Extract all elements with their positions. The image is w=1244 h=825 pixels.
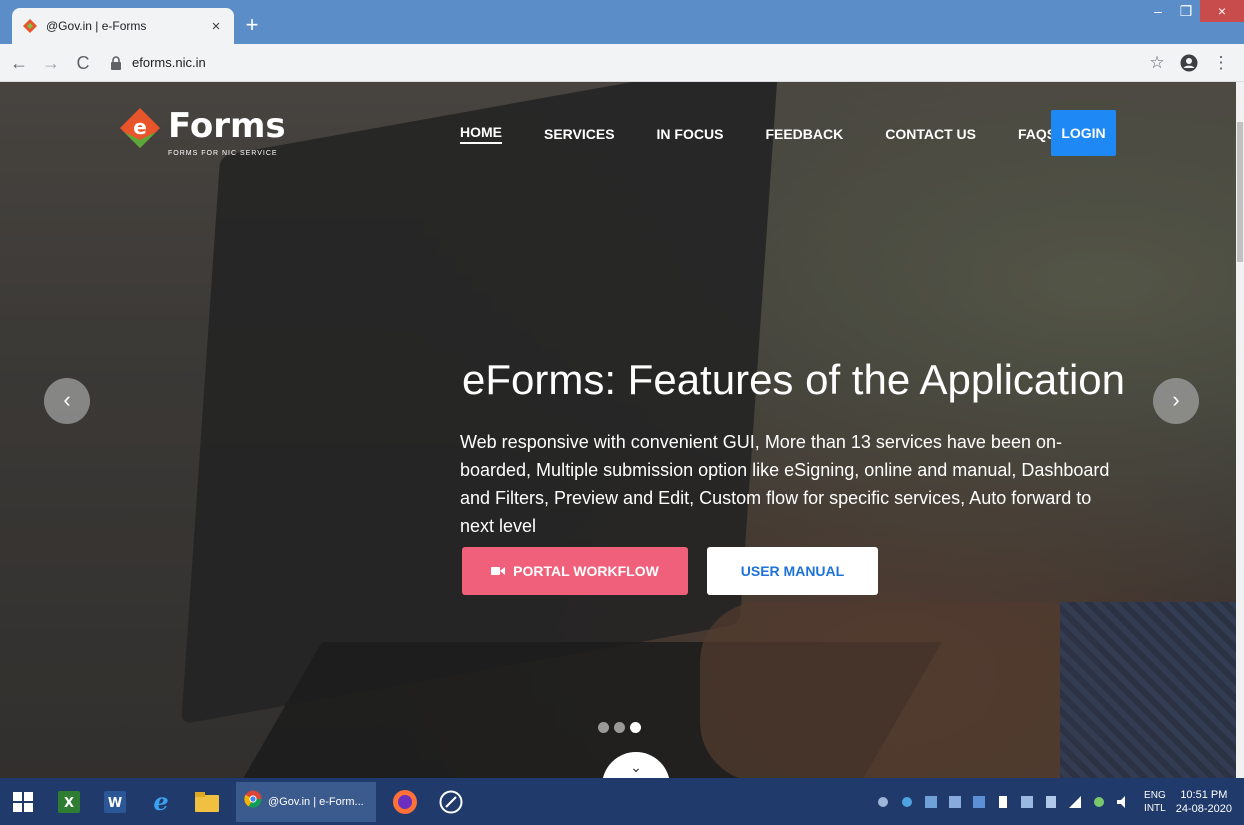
carousel-dot-active[interactable] xyxy=(630,722,641,733)
chevron-right-icon[interactable]: › xyxy=(1153,378,1199,424)
portal-workflow-button[interactable]: PORTAL WORKFLOW xyxy=(462,547,688,595)
browser-tab[interactable]: @Gov.in | e-Forms × xyxy=(12,8,234,44)
main-nav: HOME SERVICES IN FOCUS FEEDBACK CONTACT … xyxy=(460,110,1098,158)
tab-close-icon[interactable]: × xyxy=(208,18,224,35)
word-icon[interactable]: W xyxy=(92,778,138,825)
system-tray: ENG INTL 10:51 PM 24-08-2020 xyxy=(874,778,1244,825)
reload-icon[interactable]: C xyxy=(70,50,96,76)
svg-text:e: e xyxy=(133,115,147,139)
site-logo[interactable]: e Forms FORMS FOR NIC SERVICE xyxy=(118,106,288,172)
address-bar: ← → C eforms.nic.in ☆ ⋮ xyxy=(0,44,1244,82)
profile-icon[interactable] xyxy=(1176,50,1202,76)
nav-services[interactable]: SERVICES xyxy=(544,126,615,142)
scrollbar-thumb[interactable] xyxy=(1237,122,1243,262)
clock[interactable]: 10:51 PM 24-08-2020 xyxy=(1176,788,1232,816)
browser-tab-bar: @Gov.in | e-Forms × + – ❐ × xyxy=(0,0,1244,44)
carousel-indicators xyxy=(598,722,646,733)
login-button[interactable]: LOGIN xyxy=(1051,110,1116,156)
chevron-left-icon[interactable]: ‹ xyxy=(44,378,90,424)
lock-icon xyxy=(110,55,124,70)
taskbar-chrome-label: @Gov.in | e-Form... xyxy=(268,795,364,808)
windows-taskbar: X W e @Gov.in | e-Form... ENG INTL 10:51… xyxy=(0,778,1244,825)
vertical-scrollbar[interactable] xyxy=(1236,82,1244,778)
logo-tagline: FORMS FOR NIC SERVICE xyxy=(168,150,278,157)
carousel-dot[interactable] xyxy=(614,722,625,733)
tray-app-icon[interactable] xyxy=(1018,795,1036,809)
firefox-icon[interactable] xyxy=(382,778,428,825)
chrome-icon xyxy=(244,790,262,813)
favicon-icon xyxy=(22,18,38,34)
back-icon[interactable]: ← xyxy=(6,50,32,76)
nav-in-focus[interactable]: IN FOCUS xyxy=(657,126,724,142)
tray-app-icon[interactable] xyxy=(898,795,916,809)
maximize-button[interactable]: ❐ xyxy=(1172,0,1200,22)
bluetooth-icon[interactable] xyxy=(1042,795,1060,809)
url-input[interactable]: eforms.nic.in xyxy=(110,49,1138,77)
page-viewport: e Forms FORMS FOR NIC SERVICE HOME SERVI… xyxy=(0,82,1244,778)
logo-word: Forms xyxy=(168,106,286,146)
internet-explorer-icon[interactable]: e xyxy=(138,778,184,825)
lang-top: ENG xyxy=(1144,789,1166,801)
portal-workflow-label: PORTAL WORKFLOW xyxy=(513,563,659,579)
app-compass-icon[interactable] xyxy=(428,778,474,825)
close-window-button[interactable]: × xyxy=(1200,0,1244,22)
user-manual-button[interactable]: USER MANUAL xyxy=(707,547,878,595)
star-icon[interactable]: ☆ xyxy=(1144,50,1170,76)
hero-title: eForms: Features of the Application xyxy=(462,356,1125,403)
battery-icon[interactable] xyxy=(994,795,1012,809)
input-language[interactable]: ENG INTL xyxy=(1144,789,1166,815)
url-text: eforms.nic.in xyxy=(132,55,206,70)
new-tab-button[interactable]: + xyxy=(240,14,264,36)
nav-contact-us[interactable]: CONTACT US xyxy=(885,126,976,142)
windows-start-icon[interactable] xyxy=(0,778,46,825)
svg-text:X: X xyxy=(64,796,74,811)
browser-actions: ☆ ⋮ xyxy=(1138,50,1234,76)
clock-date: 24-08-2020 xyxy=(1175,802,1232,815)
minimize-button[interactable]: – xyxy=(1144,0,1172,22)
volume-icon[interactable] xyxy=(1114,795,1132,809)
svg-text:W: W xyxy=(108,796,122,811)
camera-icon xyxy=(491,566,506,576)
menu-icon[interactable]: ⋮ xyxy=(1208,50,1234,76)
network-icon[interactable] xyxy=(1066,795,1084,809)
file-explorer-icon[interactable] xyxy=(184,778,230,825)
rss-icon[interactable] xyxy=(922,795,940,809)
tray-app-icon[interactable] xyxy=(874,795,892,809)
clock-time: 10:51 PM xyxy=(1180,788,1228,801)
svg-text:e: e xyxy=(153,789,168,815)
tab-title: @Gov.in | e-Forms xyxy=(46,19,147,33)
taskbar-chrome-button[interactable]: @Gov.in | e-Form... xyxy=(236,781,376,822)
nav-home[interactable]: HOME xyxy=(460,124,502,144)
lang-bottom: INTL xyxy=(1144,802,1166,814)
tray-app-icon[interactable] xyxy=(970,795,988,809)
nav-feedback[interactable]: FEEDBACK xyxy=(765,126,843,142)
hero-description: Web responsive with convenient GUI, More… xyxy=(460,432,1110,536)
carousel-dot[interactable] xyxy=(598,722,609,733)
window-controls: – ❐ × xyxy=(1144,0,1244,26)
eforms-logo-icon: e xyxy=(118,106,162,150)
tray-app-icon[interactable] xyxy=(946,795,964,809)
tray-app-icon[interactable] xyxy=(1090,795,1108,809)
forward-icon[interactable]: → xyxy=(38,50,64,76)
excel-icon[interactable]: X xyxy=(46,778,92,825)
